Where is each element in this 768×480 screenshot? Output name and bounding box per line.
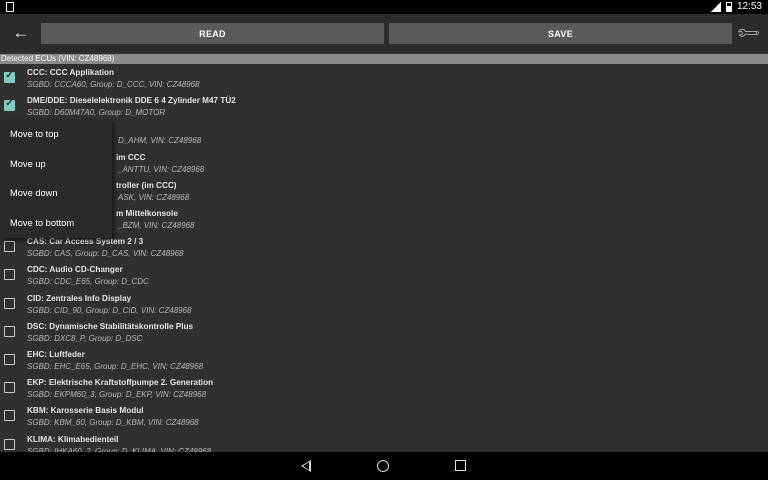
ecu-title: troller (im CCC)	[116, 180, 177, 190]
ecu-subtitle: D_AHM, VIN: CZ48968	[118, 136, 202, 146]
ecu-subtitle: SGBD: EKPM60_3, Group: D_EKP, VIN: CZ489…	[27, 390, 207, 400]
action-toolbar: ← READ SAVE 🔧︎	[0, 14, 768, 52]
ecu-subtitle: SGBD: EHC_E65, Group: D_EHC, VIN: CZ4896…	[27, 362, 204, 371]
nav-back-icon[interactable]	[301, 460, 311, 472]
ecu-subtitle: ASK, VIN: CZ48968	[118, 192, 190, 202]
ecu-subtitle: _ANTTU, VIN: CZ48968	[118, 164, 205, 174]
ecu-checkbox[interactable]	[4, 382, 15, 394]
ecu-title: DSC: Dynamische Stabilitätskontrolle Plu…	[27, 321, 194, 331]
ecu-list-item[interactable]: EKP: Elektrische Kraftstoffpumpe 2. Gene…	[0, 374, 768, 402]
wrench-icon[interactable]: 🔧︎	[735, 20, 763, 48]
ecu-list-item[interactable]: DME/DDE: Dieselelektronik DDE 6 4 Zylind…	[0, 92, 768, 120]
nav-recents-icon[interactable]	[455, 460, 466, 471]
save-button[interactable]: SAVE	[389, 23, 732, 44]
ecu-checkbox[interactable]	[4, 241, 15, 253]
section-header: Detected ECUs (VIN: CZ48968)	[0, 54, 768, 64]
ecu-list-item[interactable]: m Mittelkonsole _BZM, VIN: CZ48968	[0, 205, 768, 233]
ecu-title: CDC: Audio CD-Changer	[27, 265, 123, 275]
signal-icon	[710, 1, 721, 12]
ecu-list-item[interactable]: CID: Zentrales Info Display SGBD: CID_90,…	[0, 290, 768, 318]
context-menu: Move to top Move up Move down Move to bo…	[0, 120, 112, 238]
ecu-title: EKP: Elektrische Kraftstoffpumpe 2. Gene…	[27, 378, 214, 388]
ecu-title: im CCC	[116, 152, 146, 162]
navigation-bar	[0, 452, 768, 480]
ecu-subtitle: _BZM, VIN: CZ48968	[118, 221, 195, 230]
back-arrow-icon[interactable]: ←	[10, 23, 32, 43]
ecu-title: CAS: Car Access System 2 / 3	[27, 237, 144, 247]
ecu-checkbox[interactable]	[4, 98, 15, 112]
menu-item-move-to-bottom[interactable]: Move to bottom	[0, 209, 112, 239]
ecu-list-item[interactable]: CCC: CCC Applikation SGBD: CCCA60, Group:…	[0, 64, 768, 92]
ecu-title: CID: Zentrales Info Display	[27, 293, 132, 303]
ecu-checkbox[interactable]	[4, 438, 15, 450]
status-bar: 12:53	[0, 0, 768, 14]
battery-icon	[725, 1, 732, 12]
ecu-list-item[interactable]: EHC: Luftfeder SGBD: EHC_E65, Group: D_EH…	[0, 346, 768, 374]
ecu-subtitle: SGBD: DXC8_P, Group: D_DSC	[27, 333, 143, 343]
ecu-checkbox[interactable]	[4, 297, 15, 309]
ecu-list-item[interactable]: KLIMA: Klimabedienteil SGBD: IHKA60_2, Gr…	[0, 431, 768, 452]
read-button[interactable]: READ	[41, 23, 384, 44]
ecu-checkbox[interactable]	[4, 70, 15, 83]
ecu-subtitle: SGBD: CID_90, Group: D_CID, VIN: CZ48968	[27, 305, 192, 315]
ecu-subtitle: SGBD: CDC_E65, Group: D_CDC	[27, 277, 149, 287]
ecu-checkbox[interactable]	[4, 325, 15, 337]
ecu-list-item[interactable]: CAS: Car Access System 2 / 3 SGBD: CAS, G…	[0, 233, 768, 261]
ecu-subtitle: SGBD: CCCA60, Group: D_CCC, VIN: CZ48968	[27, 80, 200, 89]
ecu-list-item[interactable]: troller (im CCC) ASK, VIN: CZ48968	[0, 177, 768, 205]
ecu-list-item[interactable]: im CCC _ANTTU, VIN: CZ48968	[0, 149, 768, 177]
ecu-title: EHC: Luftfeder	[27, 350, 85, 359]
notification-icon	[6, 2, 14, 12]
ecu-list-item[interactable]: D_AHM, VIN: CZ48968	[0, 120, 768, 148]
ecu-list-item[interactable]: KBM: Karosserie Basis Modul SGBD: KBM_60,…	[0, 402, 768, 430]
ecu-list-item[interactable]: DSC: Dynamische Stabilitätskontrolle Plu…	[0, 318, 768, 346]
menu-item-move-up[interactable]: Move up	[0, 150, 112, 180]
clock: 12:53	[736, 1, 762, 12]
ecu-title: CCC: CCC Applikation	[27, 68, 115, 77]
ecu-title: DME/DDE: Dieselelektronik DDE 6 4 Zylind…	[27, 96, 236, 106]
nav-home-icon[interactable]	[377, 460, 389, 472]
ecu-subtitle: SGBD: CAS, Group: D_CAS, VIN: CZ48968	[27, 249, 184, 259]
status-icons: 12:53	[710, 1, 762, 12]
ecu-list: CCC: CCC Applikation SGBD: CCCA60, Group:…	[0, 64, 768, 452]
ecu-checkbox[interactable]	[4, 354, 15, 365]
ecu-list-item[interactable]: CDC: Audio CD-Changer SGBD: CDC_E65, Grou…	[0, 261, 768, 289]
ecu-subtitle: SGBD: D60M47A0, Group: D_MOTOR	[27, 108, 166, 118]
ecu-checkbox[interactable]	[4, 410, 15, 422]
ecu-title: KBM: Karosserie Basis Modul	[27, 406, 144, 416]
ecu-title: KLIMA: Klimabedienteil	[27, 434, 119, 444]
menu-item-move-down[interactable]: Move down	[0, 179, 112, 209]
menu-item-move-to-top[interactable]: Move to top	[0, 120, 112, 150]
ecu-title: m Mittelkonsole	[116, 209, 178, 218]
ecu-subtitle: SGBD: KBM_60, Group: D_KBM, VIN: CZ48968	[27, 418, 199, 428]
ecu-checkbox[interactable]	[4, 269, 15, 281]
